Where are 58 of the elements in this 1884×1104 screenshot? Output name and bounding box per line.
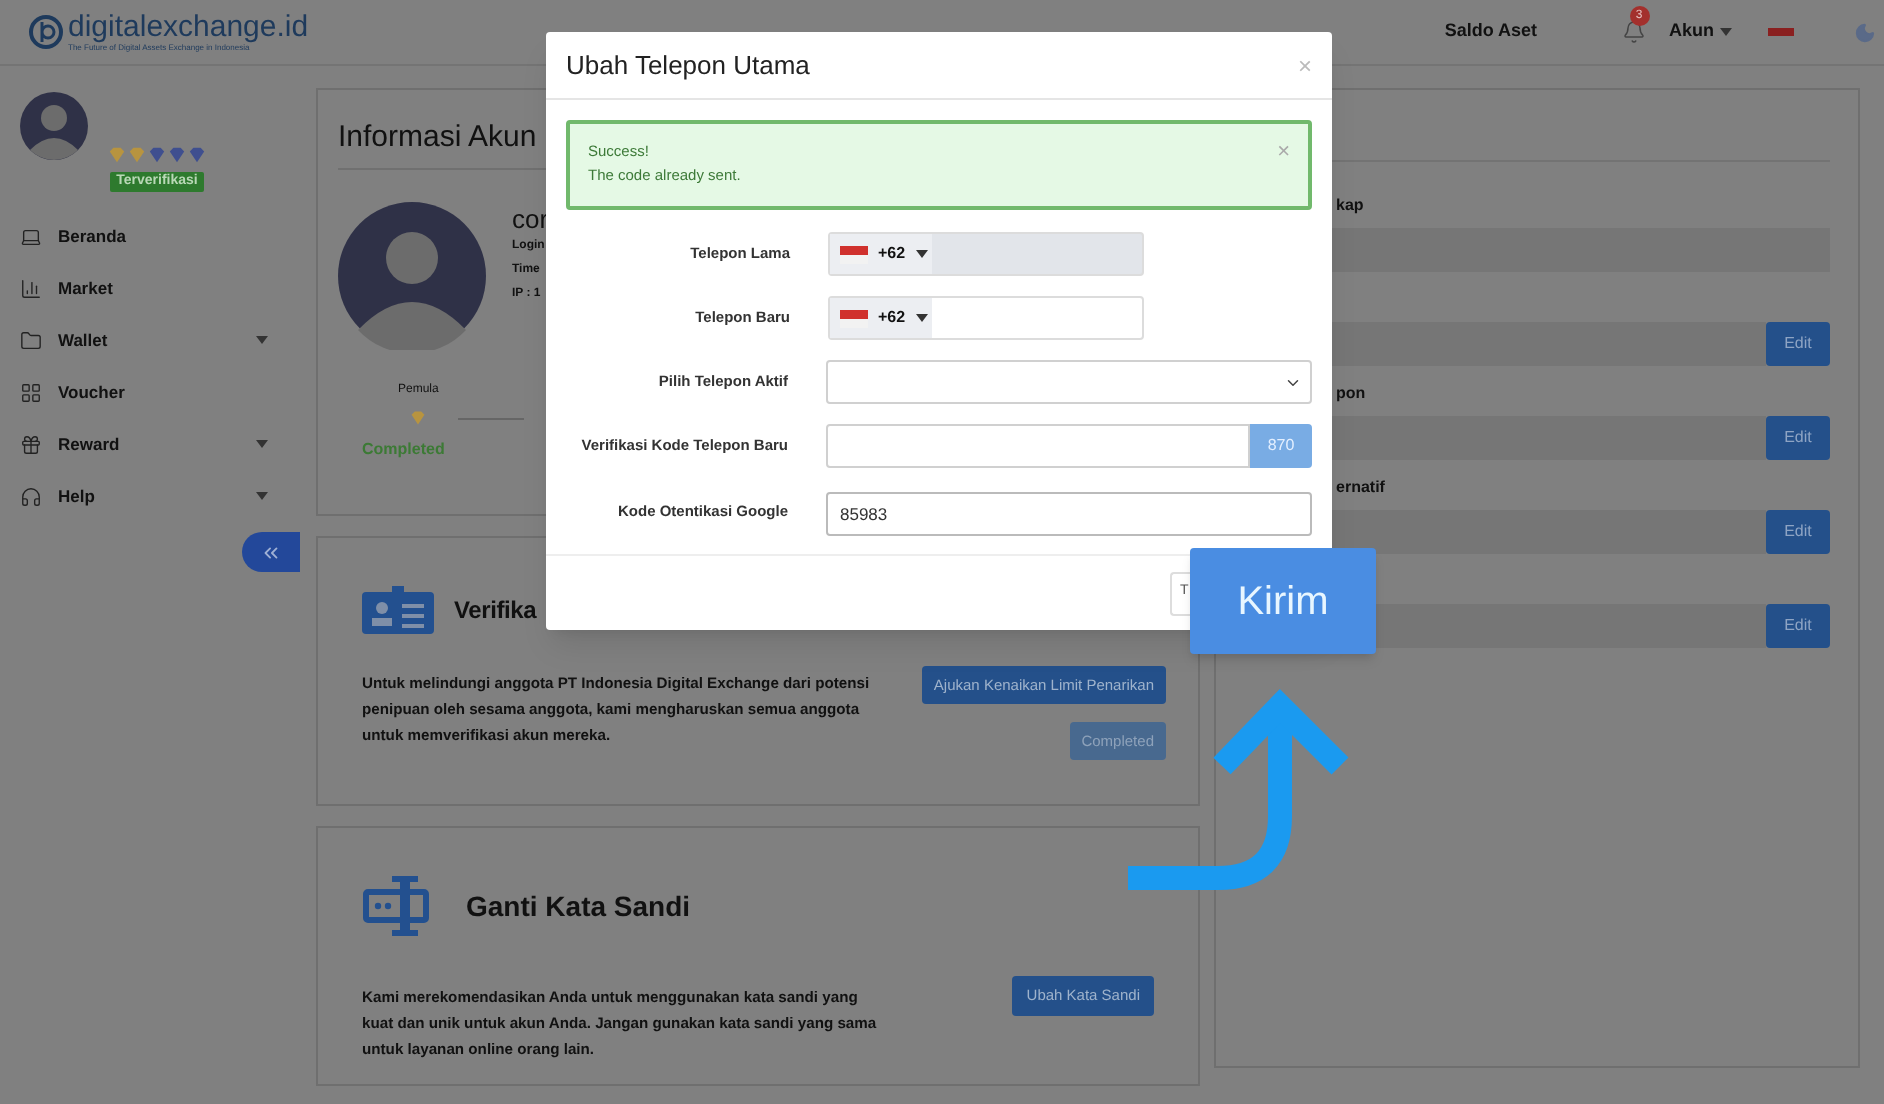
balance-link[interactable]: Saldo Aset bbox=[1444, 18, 1537, 46]
verification-code-input[interactable] bbox=[826, 424, 1250, 468]
flag-icon bbox=[840, 245, 868, 263]
nav-icon bbox=[20, 433, 42, 455]
nav-label: Voucher bbox=[58, 379, 127, 405]
google-auth-code-input[interactable]: 85983 bbox=[826, 492, 1312, 536]
logo-text: digitalexchange.id bbox=[68, 12, 309, 42]
notification-button[interactable] bbox=[1621, 20, 1645, 44]
edit-button[interactable]: Edit bbox=[1766, 416, 1830, 460]
card-title: Informasi Akun bbox=[338, 118, 537, 158]
phone-input[interactable]: +62 bbox=[828, 296, 1144, 340]
nav-icon bbox=[20, 277, 42, 299]
country-code: +62 bbox=[878, 306, 906, 330]
nav-item[interactable]: Beranda bbox=[20, 220, 300, 252]
moon-icon[interactable] bbox=[1854, 21, 1876, 43]
account-menu[interactable]: Akun bbox=[1669, 18, 1732, 46]
level-status: Completed bbox=[362, 438, 445, 462]
bell-icon bbox=[1621, 20, 1645, 44]
collapse-button[interactable] bbox=[242, 532, 300, 572]
caret-icon bbox=[1720, 28, 1732, 36]
edit-button[interactable]: Edit bbox=[1766, 322, 1830, 366]
flag-icon[interactable] bbox=[1768, 28, 1794, 36]
nav-label: Market bbox=[58, 275, 115, 301]
country-code-dropdown[interactable]: +62 bbox=[830, 298, 932, 338]
double-chevron-icon bbox=[260, 541, 282, 563]
country-code: +62 bbox=[878, 242, 906, 266]
nav-label: Wallet bbox=[58, 327, 110, 353]
phone-select[interactable] bbox=[826, 360, 1312, 404]
caret-icon bbox=[915, 250, 928, 258]
nav-label: Reward bbox=[58, 431, 122, 457]
diamond-icon bbox=[410, 410, 426, 426]
send-button-callout[interactable]: Kirim bbox=[1190, 548, 1376, 654]
field-label: kap bbox=[1336, 194, 1364, 218]
edit-button[interactable]: Edit bbox=[1766, 510, 1830, 554]
field-label: pon bbox=[1336, 382, 1366, 406]
nav-label: Help bbox=[58, 483, 97, 509]
field-label: ernatif bbox=[1336, 476, 1385, 500]
logo-icon bbox=[28, 14, 64, 50]
nav-item[interactable]: Wallet bbox=[20, 324, 300, 356]
nav-icon bbox=[20, 485, 42, 507]
card-title: Verifika bbox=[454, 594, 537, 628]
nav-icon bbox=[20, 381, 42, 403]
card-title: Ganti Kata Sandi bbox=[466, 887, 691, 925]
nav-icon bbox=[20, 225, 42, 247]
edit-button[interactable]: Edit bbox=[1766, 604, 1830, 648]
nav-item[interactable]: Reward bbox=[20, 428, 300, 460]
user-name: cor bbox=[512, 206, 549, 234]
nav-icon bbox=[20, 329, 42, 351]
id-card-icon bbox=[362, 586, 434, 634]
avatar bbox=[20, 92, 88, 160]
nav-item[interactable]: Market bbox=[20, 272, 300, 304]
nav-item[interactable]: Help bbox=[20, 480, 300, 512]
modal-title: Ubah Telepon Utama bbox=[566, 47, 810, 84]
caret-icon bbox=[915, 314, 928, 322]
password-field-icon bbox=[362, 872, 430, 940]
nav-label: Beranda bbox=[58, 223, 129, 249]
nav-item[interactable]: Voucher bbox=[20, 376, 300, 408]
flag-icon bbox=[840, 309, 868, 327]
